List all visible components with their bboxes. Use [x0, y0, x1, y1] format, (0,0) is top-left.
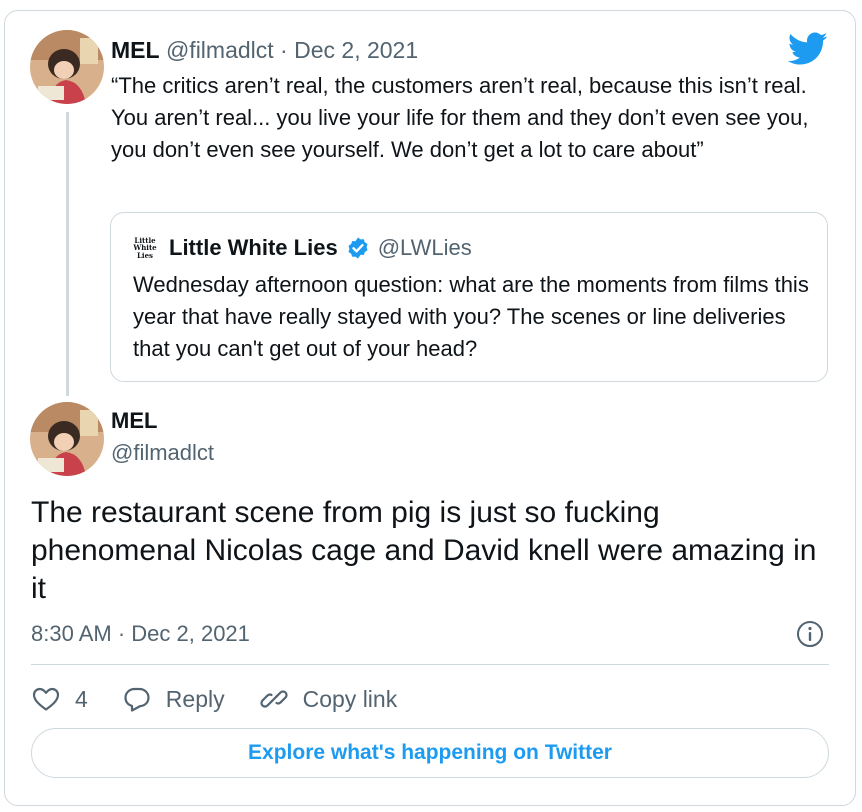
copy-link-button[interactable]: Copy link	[259, 684, 398, 714]
action-bar: 4 Reply Copy link	[31, 682, 431, 716]
avatar[interactable]	[30, 402, 104, 476]
thread-connector-line	[66, 112, 69, 396]
main-tweet-text: The restaurant scene from pig is just so…	[31, 496, 817, 605]
reply-button[interactable]: Reply	[122, 684, 225, 714]
reply-label: Reply	[165, 685, 225, 712]
reply-tweet-header: MEL @filmadlct · Dec 2, 2021	[111, 36, 418, 64]
main-author-handle[interactable]: @filmadlct	[111, 440, 214, 466]
reply-tweet-text: “The critics aren’t real, the customers …	[111, 73, 809, 162]
main-tweet-timestamp[interactable]: 8:30 AM · Dec 2, 2021	[31, 620, 250, 648]
main-author-name[interactable]: MEL	[111, 408, 157, 434]
like-count: 4	[75, 685, 88, 712]
little-white-lies-logo: Little White Lies	[133, 235, 157, 261]
reply-author-name[interactable]: MEL	[111, 37, 160, 63]
quoted-tweet-header: Little White Lies Little White Lies @LWL…	[133, 233, 472, 263]
reply-author-handle[interactable]: @filmadlct	[166, 37, 274, 63]
quoted-tweet[interactable]: Little White Lies Little White Lies @LWL…	[110, 212, 828, 382]
info-icon[interactable]	[796, 620, 824, 648]
reply-bubble-icon	[124, 687, 150, 712]
meta-separator: ·	[273, 37, 295, 63]
logo-line-3: Lies	[137, 250, 153, 260]
quoted-tweet-text: Wednesday afternoon question: what are t…	[133, 272, 809, 361]
divider	[31, 664, 829, 665]
quoted-author-name[interactable]: Little White Lies	[169, 235, 338, 261]
avatar[interactable]	[30, 30, 104, 104]
verified-badge-icon	[348, 237, 368, 259]
quoted-author-handle[interactable]: @LWLies	[378, 235, 472, 261]
heart-icon	[32, 687, 60, 711]
reply-date[interactable]: Dec 2, 2021	[294, 37, 418, 63]
like-button[interactable]: 4	[31, 684, 88, 714]
link-icon	[259, 690, 288, 708]
twitter-bird-icon[interactable]	[788, 32, 828, 66]
explore-twitter-button[interactable]: Explore what's happening on Twitter	[31, 728, 829, 778]
copy-link-label: Copy link	[302, 685, 398, 712]
